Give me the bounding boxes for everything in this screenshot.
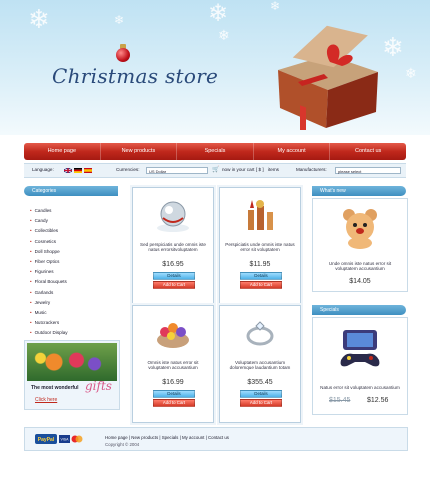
menu-home[interactable]: Home page: [24, 143, 101, 160]
specials-card: Natus error sit voluptatem accusantium $…: [312, 317, 408, 415]
add-to-cart-button[interactable]: Add to Cart: [153, 399, 195, 407]
category-item[interactable]: Jewelry: [30, 298, 68, 308]
specials-description: Natus error sit voluptatem accusantium: [320, 385, 400, 390]
category-item[interactable]: Garlands: [30, 288, 68, 298]
german-flag-icon[interactable]: [74, 168, 82, 173]
language-label: Language:: [32, 167, 54, 172]
uk-flag-icon[interactable]: [64, 168, 72, 173]
product-card: Omnis iste natus error sit voluptatem ac…: [132, 305, 214, 423]
product-description: Omnis iste natus error sit voluptatem ac…: [147, 360, 199, 371]
ornament-icon: [116, 48, 130, 62]
add-to-cart-button[interactable]: Add to Cart: [240, 399, 282, 407]
promo-text: The most wonderful: [31, 385, 79, 391]
category-item[interactable]: Outdoor Display: [30, 328, 68, 338]
gift-box-icon: [278, 25, 378, 130]
category-item[interactable]: Floral Bouquets: [30, 277, 68, 287]
product-card: Sed perspiciatis unde omnis iste natus e…: [132, 187, 214, 305]
footer-link-my-account[interactable]: My account: [182, 435, 204, 440]
category-item[interactable]: Nutcrackers: [30, 318, 68, 328]
payment-cards-icon: PayPal VISA: [35, 434, 83, 444]
specials-old-price: $15.45: [329, 397, 351, 404]
ring-image[interactable]: [240, 314, 280, 352]
footer: PayPal VISA Home page | New products | S…: [24, 427, 408, 451]
whats-new-card: Unde omnis iste natus error sit voluptat…: [312, 198, 408, 292]
svg-text:PayPal: PayPal: [38, 437, 55, 443]
flower-basket-image[interactable]: [153, 314, 193, 352]
add-to-cart-button[interactable]: Add to Cart: [153, 281, 195, 289]
product-price: $16.99: [162, 379, 184, 386]
categories-header: Categories: [24, 186, 118, 196]
store-logo[interactable]: Christmas store: [52, 64, 218, 88]
nutcracker-candles-image[interactable]: [240, 196, 280, 234]
menu-my-account[interactable]: My account: [254, 143, 331, 160]
product-card: Perspiciatis unde omnis iste natus error…: [219, 187, 301, 305]
game-controller-image[interactable]: [335, 326, 385, 374]
snowflake-icon: ❄: [114, 13, 125, 27]
add-to-cart-button[interactable]: Add to Cart: [240, 281, 282, 289]
cart-label: now in your cart: [222, 167, 255, 172]
cart-icon[interactable]: 🛒: [212, 166, 219, 173]
product-description: Voluptatem accusantium doloremque laudan…: [229, 360, 291, 371]
gifts-promo[interactable]: The most wonderful gifts Click here: [24, 340, 120, 410]
snowflake-icon: ❄: [208, 0, 229, 27]
snowflake-icon: ❄: [405, 65, 417, 81]
specials-header: Specials: [312, 305, 406, 315]
category-item[interactable]: Candles: [30, 206, 68, 216]
cart-value[interactable]: [ $ ]: [256, 167, 264, 172]
options-bar: Language: Currencies: US Dollar 🛒 now in…: [24, 163, 406, 178]
whats-new-price: $14.05: [349, 278, 371, 285]
category-item[interactable]: Figurines: [30, 267, 68, 277]
whats-new-description: Unde omnis iste natus error sit voluptat…: [328, 261, 392, 272]
specials-new-price: $12.56: [367, 397, 389, 404]
product-card: Voluptatem accusantium doloremque laudan…: [219, 305, 301, 423]
snowflake-icon: ❄: [28, 4, 50, 34]
whats-new-header: What's new: [312, 186, 406, 196]
main-menu: Home page New products Specials My accou…: [24, 143, 406, 160]
category-item[interactable]: Doll Shoppe: [30, 247, 68, 257]
spanish-flag-icon[interactable]: [84, 168, 92, 173]
menu-new-products[interactable]: New products: [101, 143, 178, 160]
flowers-image: [27, 343, 117, 381]
header-banner: ❄ ❄ ❄ ❄ ❄ ❄ ❄ Christmas store: [0, 0, 430, 135]
details-button[interactable]: Details: [153, 272, 195, 280]
categories-list: Candles Candy Collectibles Cosmetics Dol…: [30, 206, 68, 338]
product-price: $355.45: [247, 379, 273, 386]
details-button[interactable]: Details: [240, 390, 282, 398]
cart-items-label: items: [268, 167, 279, 172]
details-button[interactable]: Details: [240, 272, 282, 280]
footer-link-contact-us[interactable]: Contact us: [208, 435, 229, 440]
teddy-bear-image[interactable]: [337, 205, 383, 249]
promo-script: gifts: [85, 379, 112, 393]
manufacturers-select[interactable]: please select: [335, 167, 401, 174]
product-description: Sed perspiciatis unde omnis iste natus e…: [140, 242, 206, 253]
product-price: $16.95: [162, 261, 184, 268]
category-item[interactable]: Cosmetics: [30, 237, 68, 247]
crystal-ornament-image[interactable]: [153, 196, 193, 234]
currency-select[interactable]: US Dollar: [146, 167, 208, 174]
footer-link-specials[interactable]: Specials: [162, 435, 179, 440]
category-item[interactable]: Collectibles: [30, 226, 68, 236]
manufacturers-label: Manufacturers:: [296, 167, 327, 172]
snowflake-icon: ❄: [218, 27, 230, 43]
category-item[interactable]: Fiber Optics: [30, 257, 68, 267]
menu-contact-us[interactable]: Contact us: [330, 143, 406, 160]
category-item[interactable]: Music: [30, 308, 68, 318]
copyright: Copyright © 2004: [105, 442, 140, 447]
snowflake-icon: ❄: [270, 0, 281, 13]
footer-link-new-products[interactable]: New products: [131, 435, 158, 440]
footer-links: Home page | New products | Specials | My…: [105, 435, 229, 440]
details-button[interactable]: Details: [153, 390, 195, 398]
footer-link-home[interactable]: Home page: [105, 435, 128, 440]
promo-link[interactable]: Click here: [35, 397, 57, 403]
product-price: $11.95: [249, 261, 271, 268]
svg-text:VISA: VISA: [61, 438, 70, 442]
product-description: Perspiciatis unde omnis iste natus error…: [225, 242, 295, 253]
currencies-label: Currencies:: [116, 167, 140, 172]
menu-specials[interactable]: Specials: [177, 143, 254, 160]
category-item[interactable]: Candy: [30, 216, 68, 226]
